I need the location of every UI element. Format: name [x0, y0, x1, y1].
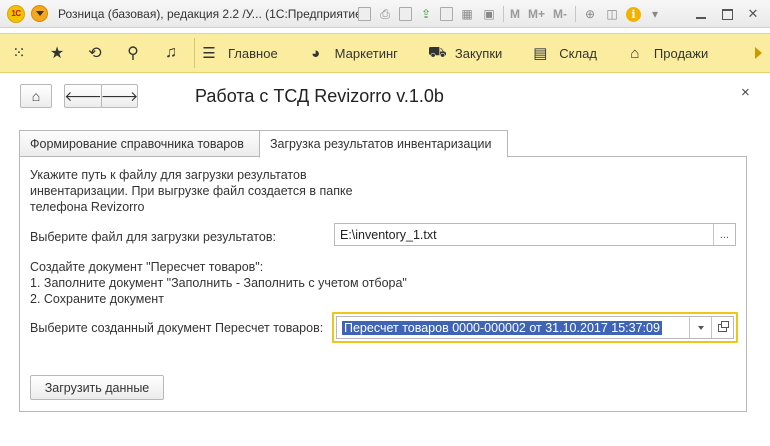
document-select-value: Пересчет товаров 0000-000002 от 31.10.20…	[342, 320, 662, 335]
toolbar-separator	[575, 6, 577, 22]
document-label: Выберите созданный документ Пересчет тов…	[30, 321, 324, 335]
zoom-icon[interactable]: ⊕	[582, 6, 598, 22]
section-label: Главное	[228, 45, 278, 61]
warehouse-icon: ▤	[533, 45, 548, 62]
sections-scroll-right-icon[interactable]	[755, 47, 762, 59]
file-path-field[interactable]: E:\inventory_1.txt ...	[334, 223, 736, 246]
info-dropdown-icon[interactable]: ▾	[647, 6, 663, 22]
forward-button[interactable]: 🡒	[101, 84, 138, 108]
document-icon[interactable]	[440, 7, 453, 21]
minimize-icon[interactable]	[690, 5, 712, 23]
form-title: Работа с ТСД Revizorro v.1.0b	[195, 86, 444, 106]
section-label: Маркетинг	[334, 45, 398, 61]
section-label: Закупки	[454, 45, 503, 61]
open-document-button[interactable]	[711, 317, 733, 338]
toolbar-separator	[503, 6, 504, 22]
browse-file-button[interactable]: ...	[713, 224, 735, 245]
tab-reference-book[interactable]: Формирование справочника товаров	[19, 130, 260, 157]
pie-chart-icon: ◕	[311, 44, 321, 62]
back-button[interactable]: 🡐	[64, 84, 102, 108]
maximize-icon[interactable]	[716, 5, 738, 23]
calendar-icon[interactable]: ▣	[481, 6, 497, 22]
preview-icon[interactable]	[399, 7, 412, 21]
arrow-right-icon: 🡒	[100, 87, 139, 104]
document-select-focus: Пересчет товаров 0000-000002 от 31.10.20…	[332, 312, 738, 343]
section-marketing[interactable]: ◕ Маркетинг	[308, 45, 398, 62]
steps-line: 2. Сохраните документ	[30, 292, 164, 306]
steps-line: Создайте документ "Пересчет товаров":	[30, 260, 264, 274]
section-sales[interactable]: ⌂ Продажи	[627, 45, 708, 62]
tab-label: Загрузка результатов инвентаризации	[270, 137, 492, 151]
close-form-icon[interactable]: ×	[741, 84, 750, 101]
section-warehouse[interactable]: ▤ Склад	[532, 44, 597, 62]
app-logo-icon[interactable]: 1С	[7, 4, 25, 23]
section-label: Склад	[559, 45, 597, 61]
section-purchases[interactable]: ⛟ Закупки	[428, 44, 502, 63]
panel-icon[interactable]: ◫	[604, 6, 620, 22]
chevron-down-icon	[697, 326, 704, 333]
info-icon[interactable]: i	[626, 6, 642, 22]
memory-minus-button[interactable]: M-	[553, 6, 567, 22]
title-toolbar: ⎙ ⇪ ▦ ▣ M M+ M- ⊕ ◫ i ▾	[358, 4, 669, 24]
grid-menu-icon[interactable]: ⁙	[0, 34, 38, 72]
window-title-bar: 1С Розница (базовая), редакция 2.2 /У...…	[0, 0, 770, 28]
memory-plus-button[interactable]: M+	[528, 6, 545, 22]
document-select-field[interactable]: Пересчет товаров 0000-000002 от 31.10.20…	[336, 316, 734, 339]
steps-line: 1. Заполните документ "Заполнить - Запол…	[30, 276, 407, 290]
file-path-value: E:\inventory_1.txt	[340, 227, 437, 242]
section-divider	[194, 38, 195, 68]
star-icon[interactable]: ★	[38, 34, 76, 72]
memory-button[interactable]: M	[510, 6, 520, 22]
section-label: Продажи	[653, 45, 709, 61]
history-icon[interactable]: ⟲	[76, 34, 114, 72]
info-line: Укажите путь к файлу для загрузки резуль…	[30, 168, 307, 182]
home-button[interactable]: ⌂	[20, 84, 52, 108]
home-icon: ⌂	[31, 88, 41, 104]
dropdown-button[interactable]	[689, 317, 711, 338]
info-line: инвентаризации. При выгрузке файл создае…	[30, 184, 353, 198]
tab-label: Формирование справочника товаров	[30, 136, 244, 151]
save-icon[interactable]	[358, 7, 371, 21]
window-title: Розница (базовая), редакция 2.2 /У... (1…	[58, 6, 366, 21]
search-icon[interactable]: ⚲	[114, 34, 152, 72]
upload-icon[interactable]: ⇪	[418, 6, 434, 22]
table-icon[interactable]: ▦	[459, 6, 475, 22]
basket-icon: ⌂	[630, 44, 640, 62]
arrow-left-icon: 🡐	[64, 87, 102, 104]
open-window-icon	[718, 320, 729, 332]
menu-lines-icon: ☰	[202, 45, 216, 62]
window-controls: ✕	[686, 5, 764, 23]
load-data-button[interactable]: Загрузить данные	[30, 375, 164, 400]
cart-icon: ⛟	[427, 43, 447, 61]
print-icon[interactable]: ⎙	[377, 6, 393, 22]
info-line: телефона Revizorro	[30, 200, 145, 214]
section-main[interactable]: ☰ Главное	[201, 44, 278, 62]
file-label: Выберите файл для загрузки результатов:	[30, 230, 276, 244]
section-bar: ⁙ ★ ⟲ ⚲ ♫ ☰ Главное ◕ Маркетинг ⛟ Закупк…	[0, 33, 770, 73]
tab-inventory-results[interactable]: Загрузка результатов инвентаризации	[259, 130, 508, 158]
main-menu-dropdown-icon[interactable]	[31, 5, 48, 22]
close-window-icon[interactable]: ✕	[742, 5, 764, 23]
bell-icon[interactable]: ♫	[152, 34, 190, 72]
